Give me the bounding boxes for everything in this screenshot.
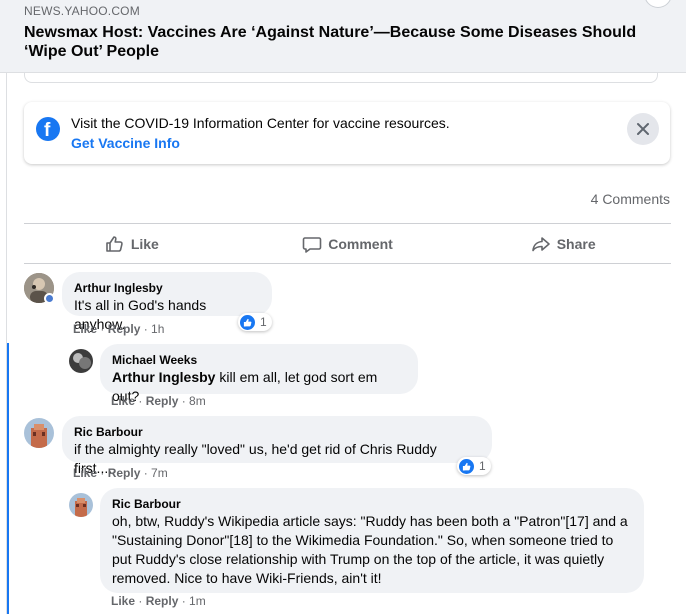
avatar-image	[69, 349, 93, 373]
link-preview[interactable]: NEWS.YAHOO.COM Newsmax Host: Vaccines Ar…	[0, 0, 686, 73]
comment-meta: Like · Reply · 7m	[73, 466, 168, 480]
covid-info-banner: f Visit the COVID-19 Information Center …	[24, 102, 670, 164]
post-action-bar: Like Comment Share	[24, 223, 671, 264]
share-icon	[531, 236, 550, 251]
link-domain: NEWS.YAHOO.COM	[24, 4, 140, 18]
thread-indicator	[7, 343, 9, 614]
comments-count-link[interactable]: 4 Comments	[591, 191, 670, 207]
separator: ·	[97, 466, 108, 480]
preview-card-edge	[24, 73, 658, 83]
comment-bubble: Michael Weeks Arthur Inglesby kill em al…	[100, 344, 418, 404]
facebook-logo-icon: f	[36, 117, 60, 141]
comment-author[interactable]: Michael Weeks	[112, 352, 406, 368]
separator: ·	[140, 322, 152, 336]
comment-meta: Like · Reply · 1m	[111, 594, 206, 608]
link-title[interactable]: Newsmax Host: Vaccines Are ‘Against Natu…	[24, 23, 664, 61]
comment-author[interactable]: Arthur Inglesby	[74, 280, 260, 296]
online-badge-icon	[44, 293, 55, 304]
like-button[interactable]: Like	[24, 224, 240, 263]
separator: ·	[97, 322, 108, 336]
comment-meta: Like · Reply · 8m	[111, 394, 206, 408]
separator: ·	[135, 594, 146, 608]
share-label: Share	[556, 235, 596, 252]
share-button[interactable]: Share	[455, 224, 671, 263]
mention-link[interactable]: Arthur Inglesby	[112, 369, 215, 385]
comment-time[interactable]: 1m	[189, 594, 206, 608]
reaction-number: 1	[479, 459, 486, 473]
reaction-count[interactable]: 1	[238, 313, 272, 331]
comment-reply-link[interactable]: Reply	[108, 322, 141, 336]
comment-button[interactable]: Comment	[240, 224, 456, 263]
comment-reply-link[interactable]: Reply	[146, 394, 179, 408]
close-banner-button[interactable]	[627, 113, 659, 145]
comment-icon	[302, 236, 322, 253]
comment-label: Comment	[328, 235, 393, 252]
like-reaction-icon	[240, 314, 255, 330]
avatar[interactable]	[69, 349, 93, 373]
separator: ·	[135, 394, 146, 408]
comment-time[interactable]: 7m	[151, 466, 168, 480]
close-icon	[637, 123, 649, 135]
comment-reply-link[interactable]: Reply	[108, 466, 141, 480]
comment-bubble: Ric Barbour if the almighty really "love…	[62, 416, 492, 476]
comment-like-link[interactable]: Like	[111, 394, 135, 408]
comment-like-link[interactable]: Like	[73, 466, 97, 480]
comment-like-link[interactable]: Like	[111, 594, 135, 608]
separator: ·	[178, 394, 190, 408]
avatar-image	[24, 418, 54, 448]
more-options-button[interactable]	[644, 0, 672, 8]
comment-meta: Like · Reply · 1h	[73, 322, 164, 336]
like-reaction-icon	[459, 458, 474, 474]
get-vaccine-info-link[interactable]: Get Vaccine Info	[71, 135, 180, 151]
like-label: Like	[130, 235, 159, 252]
avatar-image	[69, 493, 93, 517]
comment-bubble: Ric Barbour oh, btw, Ruddy's Wikipedia a…	[100, 488, 644, 593]
comment-time[interactable]: 1h	[151, 322, 164, 336]
comment-bubble: Arthur Inglesby It's all in God's hands …	[62, 272, 272, 332]
separator: ·	[178, 594, 190, 608]
comment-text: oh, btw, Ruddy's Wikipedia article says:…	[112, 513, 628, 586]
covid-banner-text: Visit the COVID-19 Information Center fo…	[71, 115, 450, 131]
thumbs-up-icon	[106, 235, 123, 252]
comment-author[interactable]: Ric Barbour	[112, 496, 632, 512]
comment-time[interactable]: 8m	[189, 394, 206, 408]
reaction-number: 1	[260, 315, 267, 329]
reaction-count[interactable]: 1	[457, 457, 491, 475]
separator: ·	[140, 466, 152, 480]
comment-reply-link[interactable]: Reply	[146, 594, 179, 608]
avatar[interactable]	[69, 493, 93, 517]
comment-author[interactable]: Ric Barbour	[74, 424, 480, 440]
comment-like-link[interactable]: Like	[73, 322, 97, 336]
avatar[interactable]	[24, 418, 54, 448]
